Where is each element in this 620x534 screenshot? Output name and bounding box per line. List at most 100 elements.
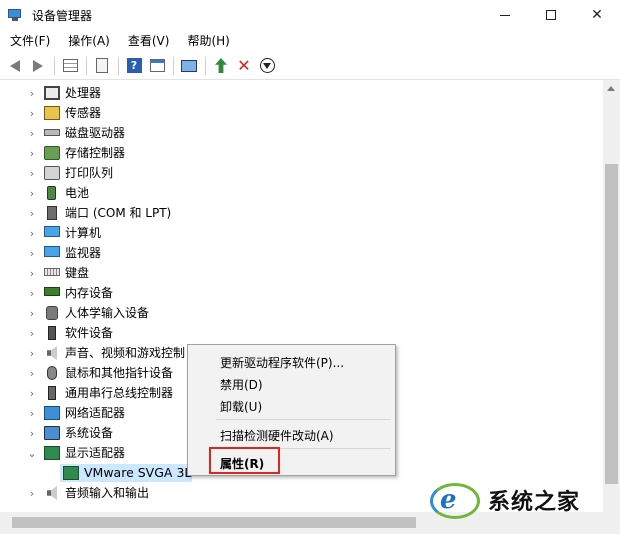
vertical-scrollbar[interactable] [603, 80, 620, 512]
tree-node[interactable]: › 处理器 [0, 83, 603, 103]
chevron-right-icon[interactable]: › [26, 163, 38, 183]
back-button[interactable] [4, 55, 26, 77]
system-icon [44, 426, 60, 440]
menu-action[interactable]: 操作(A) [58, 30, 118, 52]
tree-node[interactable]: › 内存设备 [0, 283, 603, 303]
chevron-right-icon[interactable]: › [26, 243, 38, 263]
download-button[interactable] [256, 55, 278, 77]
tree-node-label: 音频输入和输出 [65, 486, 150, 500]
close-button[interactable]: ✕ [574, 0, 620, 30]
chevron-right-icon[interactable]: › [26, 143, 38, 163]
tree-node-label: 传感器 [65, 106, 102, 120]
toolbar-divider [54, 56, 55, 75]
maximize-button[interactable] [528, 0, 574, 30]
scroll-up-icon[interactable] [607, 86, 615, 91]
menu-view[interactable]: 查看(V) [118, 30, 178, 52]
close-icon: ✕ [591, 7, 603, 23]
chevron-right-icon[interactable]: › [26, 123, 38, 143]
chevron-right-icon[interactable]: › [26, 403, 38, 423]
help-button[interactable]: ? [123, 55, 145, 77]
menu-item-update-driver[interactable]: 更新驱动程序软件(P)... [220, 354, 344, 371]
cpu-icon [44, 86, 60, 100]
chevron-right-icon[interactable]: › [26, 423, 38, 443]
toolbar-divider [86, 56, 87, 75]
tree-node[interactable]: › 电池 [0, 183, 603, 203]
scan-hardware-button[interactable] [178, 55, 200, 77]
tree-node-label: 声音、视频和游戏控制 [65, 346, 186, 360]
toolbar-divider [173, 56, 174, 75]
menu-help[interactable]: 帮助(H) [177, 30, 237, 52]
tree-node-label: 处理器 [65, 86, 102, 100]
chevron-right-icon[interactable]: › [26, 203, 38, 223]
tree-node-label: 打印队列 [65, 166, 114, 180]
forward-button[interactable] [27, 55, 49, 77]
chevron-right-icon[interactable]: › [26, 343, 38, 363]
chevron-right-icon[interactable]: › [26, 263, 38, 283]
tree-node[interactable]: › 存储控制器 [0, 143, 603, 163]
chevron-down-icon[interactable]: ⌄ [26, 443, 38, 463]
audio-icon [47, 346, 57, 360]
back-icon [10, 59, 20, 72]
tree-node[interactable]: › 磁盘驱动器 [0, 123, 603, 143]
tree-node-label: 磁盘驱动器 [65, 126, 126, 140]
tree-node[interactable]: › 软件设备 [0, 323, 603, 343]
chevron-right-icon[interactable]: › [26, 83, 38, 103]
annotation-highlight-box [209, 447, 280, 474]
scroll-thumb[interactable] [12, 517, 416, 528]
chevron-right-icon[interactable]: › [26, 183, 38, 203]
scroll-thumb[interactable] [605, 164, 618, 484]
display-adapter-icon [63, 466, 79, 480]
tree-node-label: 内存设备 [65, 286, 114, 300]
logo-icon: e [428, 479, 482, 521]
chevron-right-icon[interactable]: › [26, 383, 38, 403]
minimize-button[interactable] [482, 0, 528, 30]
mouse-icon [47, 366, 57, 380]
chevron-right-icon[interactable]: › [26, 223, 38, 243]
tree-node-label: 计算机 [65, 226, 102, 240]
chevron-right-icon[interactable]: › [26, 323, 38, 343]
tree-node[interactable]: › 键盘 [0, 263, 603, 283]
audio-icon [47, 486, 57, 500]
update-driver-button[interactable] [210, 55, 232, 77]
tree-node[interactable]: › 计算机 [0, 223, 603, 243]
download-icon [259, 58, 275, 73]
page-button[interactable] [91, 55, 113, 77]
title-bar: 设备管理器 ✕ [0, 0, 620, 30]
menu-item-disable[interactable]: 禁用(D) [220, 376, 263, 393]
monitor-icon [44, 246, 60, 257]
printer-icon [44, 166, 60, 180]
watermark-logo: e 系统之家 [428, 476, 618, 524]
battery-icon [47, 186, 56, 200]
chevron-right-icon[interactable]: › [26, 283, 38, 303]
tree-node[interactable]: › 监视器 [0, 243, 603, 263]
tree-node-label: 监视器 [65, 246, 102, 260]
uninstall-button[interactable]: ✕ [233, 55, 255, 77]
update-driver-icon [215, 58, 227, 73]
chevron-right-icon[interactable]: › [26, 363, 38, 383]
show-hide-console-tree-button[interactable] [59, 55, 81, 77]
chevron-right-icon[interactable]: › [26, 303, 38, 323]
tree-node-label: 存储控制器 [65, 146, 126, 160]
menu-bar: 文件(F) 操作(A) 查看(V) 帮助(H) [0, 30, 620, 52]
menu-item-uninstall[interactable]: 卸载(U) [220, 398, 262, 415]
tree-node[interactable]: › 传感器 [0, 103, 603, 123]
device-manager-icon [8, 7, 24, 23]
tree-node[interactable]: › 人体学输入设备 [0, 303, 603, 323]
menu-divider [216, 419, 391, 420]
menu-file[interactable]: 文件(F) [0, 30, 58, 52]
toolbar-divider [118, 56, 119, 75]
chevron-right-icon[interactable]: › [26, 483, 38, 503]
memory-icon [44, 287, 60, 296]
monitor-icon [181, 59, 197, 72]
tree-node-label: 电池 [65, 186, 90, 200]
display-adapter-icon [44, 446, 60, 460]
tree-node[interactable]: › 端口 (COM 和 LPT) [0, 203, 603, 223]
tree-node[interactable]: › 打印队列 [0, 163, 603, 183]
tree-node-label: 鼠标和其他指针设备 [65, 366, 174, 380]
context-menu: 更新驱动程序软件(P)... 禁用(D) 卸载(U) 扫描检测硬件改动(A) 属… [187, 344, 396, 476]
toolbar: ? ✕ [0, 52, 620, 80]
menu-item-scan-hardware[interactable]: 扫描检测硬件改动(A) [220, 427, 334, 444]
properties-button[interactable] [146, 55, 168, 77]
port-icon [47, 206, 57, 220]
chevron-right-icon[interactable]: › [26, 103, 38, 123]
